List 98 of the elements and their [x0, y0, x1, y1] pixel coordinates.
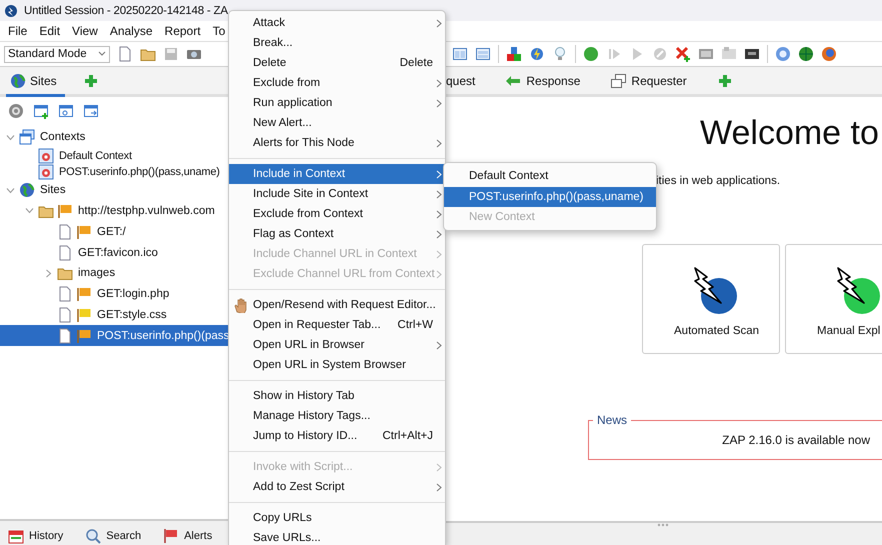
menu-item[interactable]: File [2, 24, 34, 38]
menu-item[interactable]: Save URLs... [229, 528, 445, 545]
menu-item[interactable]: Delete Delete [229, 53, 445, 73]
menu-item[interactable]: Report [158, 24, 207, 38]
panel-tab[interactable]: Search [85, 528, 142, 544]
menu-item[interactable]: Show in History Tab [229, 386, 445, 406]
contexts-icon [19, 129, 35, 146]
menu-item[interactable]: To [206, 24, 232, 38]
news-text: ZAP 2.16.0 is available now [722, 433, 870, 447]
cross-plus-icon[interactable] [675, 46, 691, 62]
window-layout-icon[interactable] [475, 46, 491, 62]
panel-tab[interactable]: Alerts [163, 528, 212, 544]
node-label: POST:userinfo.php()(pass,uname) [59, 166, 220, 178]
menu-item[interactable]: Manage History Tags... [229, 406, 445, 426]
shortcut-text: Ctrl+Alt+J [382, 430, 433, 442]
target-icon[interactable] [798, 46, 814, 62]
context-icon [38, 164, 54, 180]
page-icon [57, 306, 73, 323]
chevron-down-icon[interactable] [6, 132, 14, 142]
window-title: Untitled Session - 20250220-142148 - ZA [24, 4, 228, 16]
node-label: http://testphp.vulnweb.com [78, 204, 215, 217]
chevron-down-icon[interactable] [24, 206, 34, 216]
news-title: News [593, 413, 632, 427]
menu-item[interactable]: Open URL in System Browser [229, 355, 445, 375]
menu-item[interactable]: Edit [33, 24, 66, 38]
menu-item[interactable]: Analyse [104, 24, 159, 38]
page-icon [57, 244, 73, 261]
menu-item[interactable]: POST:userinfo.php()(pass,uname) [444, 186, 656, 207]
menu-item[interactable]: View [66, 24, 104, 38]
context-icon [38, 148, 54, 164]
menu-item[interactable]: Include in Context [229, 164, 445, 184]
node-label: GET:style.css [97, 308, 167, 321]
chevron-down-icon[interactable] [6, 186, 14, 195]
node-label: GET:/ [97, 226, 126, 238]
new-page-icon[interactable] [117, 46, 133, 62]
window-icon[interactable] [58, 103, 74, 119]
menu-item[interactable]: Run application [229, 93, 445, 113]
scan-card[interactable]: Automated Scan [642, 244, 780, 354]
globe-icon [19, 182, 35, 198]
node-label: POST:userinfo.php()(pass [97, 330, 230, 342]
menu-item[interactable]: Copy URLs [229, 508, 445, 528]
mode-dropdown[interactable]: Standard Mode [4, 46, 110, 62]
app-logo-icon [4, 4, 18, 18]
menu-item[interactable]: Flag as Context [229, 224, 445, 244]
shortcut-text: Delete [400, 57, 433, 69]
windows-icon [610, 72, 626, 88]
scan-card[interactable]: Manual Expl [785, 244, 882, 354]
menu-item[interactable]: New Alert... [229, 113, 445, 133]
sites-tab[interactable]: Sites [6, 67, 65, 97]
panel-icon[interactable] [698, 46, 714, 62]
help-icon[interactable] [775, 46, 791, 62]
target-icon[interactable] [8, 103, 24, 119]
calendar-icon [8, 528, 24, 544]
globe-icon [10, 72, 26, 88]
add-icon[interactable] [716, 72, 733, 88]
node-label: GET:favicon.ico [78, 246, 158, 259]
window-layout-icon[interactable] [452, 46, 468, 62]
welcome-heading: Welcome to [700, 113, 880, 153]
panel-tab[interactable]: Requester [610, 72, 687, 88]
lightbulb-icon[interactable] [552, 46, 568, 62]
menu-item[interactable]: Jump to History ID... Ctrl+Alt+J [229, 426, 445, 446]
flag-icon [163, 528, 180, 544]
page-icon [57, 286, 73, 302]
search-icon [85, 528, 102, 544]
node-label: Contexts [40, 131, 86, 144]
bolt-icon[interactable] [529, 46, 545, 62]
circle-icon[interactable] [583, 46, 599, 62]
menu-item[interactable]: Break... [229, 33, 445, 53]
node-label: Default Context [59, 150, 132, 162]
menu-item[interactable]: Add to Zest Script [229, 477, 445, 497]
window-plus-icon[interactable] [33, 103, 49, 119]
step-icon[interactable] [606, 46, 622, 62]
menu-item[interactable]: Default Context [444, 166, 656, 186]
page-icon [57, 328, 73, 344]
node-label: GET:login.php [97, 288, 170, 300]
menu-item[interactable]: Exclude from Context [229, 204, 445, 224]
intro-text: ities in web applications. [656, 175, 782, 187]
hand-icon [233, 297, 249, 313]
menu-item[interactable]: Include Site in Context [229, 184, 445, 204]
ban-icon[interactable] [652, 46, 668, 62]
chevron-right-icon[interactable] [44, 268, 52, 278]
browser-icon[interactable] [821, 46, 837, 62]
grip-icon[interactable] [657, 523, 669, 527]
menu-item[interactable]: Exclude from [229, 73, 445, 93]
node-label: Sites [40, 184, 66, 196]
panel-tab[interactable]: quest [446, 74, 476, 88]
panel-tab[interactable]: Response [505, 72, 580, 88]
chevron-down-icon [98, 51, 106, 57]
node-label: images [78, 267, 116, 280]
terminal-icon[interactable] [744, 46, 760, 62]
page-icon [57, 224, 73, 240]
menu-item[interactable]: Attack [229, 13, 445, 33]
save-icon[interactable] [163, 46, 179, 62]
menu-item[interactable]: Open/Resend with Request Editor... [229, 295, 445, 315]
panel-tab[interactable]: History [8, 528, 64, 544]
cubes-icon[interactable] [506, 46, 522, 62]
add-icon[interactable] [82, 72, 99, 88]
panel-icon[interactable] [721, 46, 737, 62]
